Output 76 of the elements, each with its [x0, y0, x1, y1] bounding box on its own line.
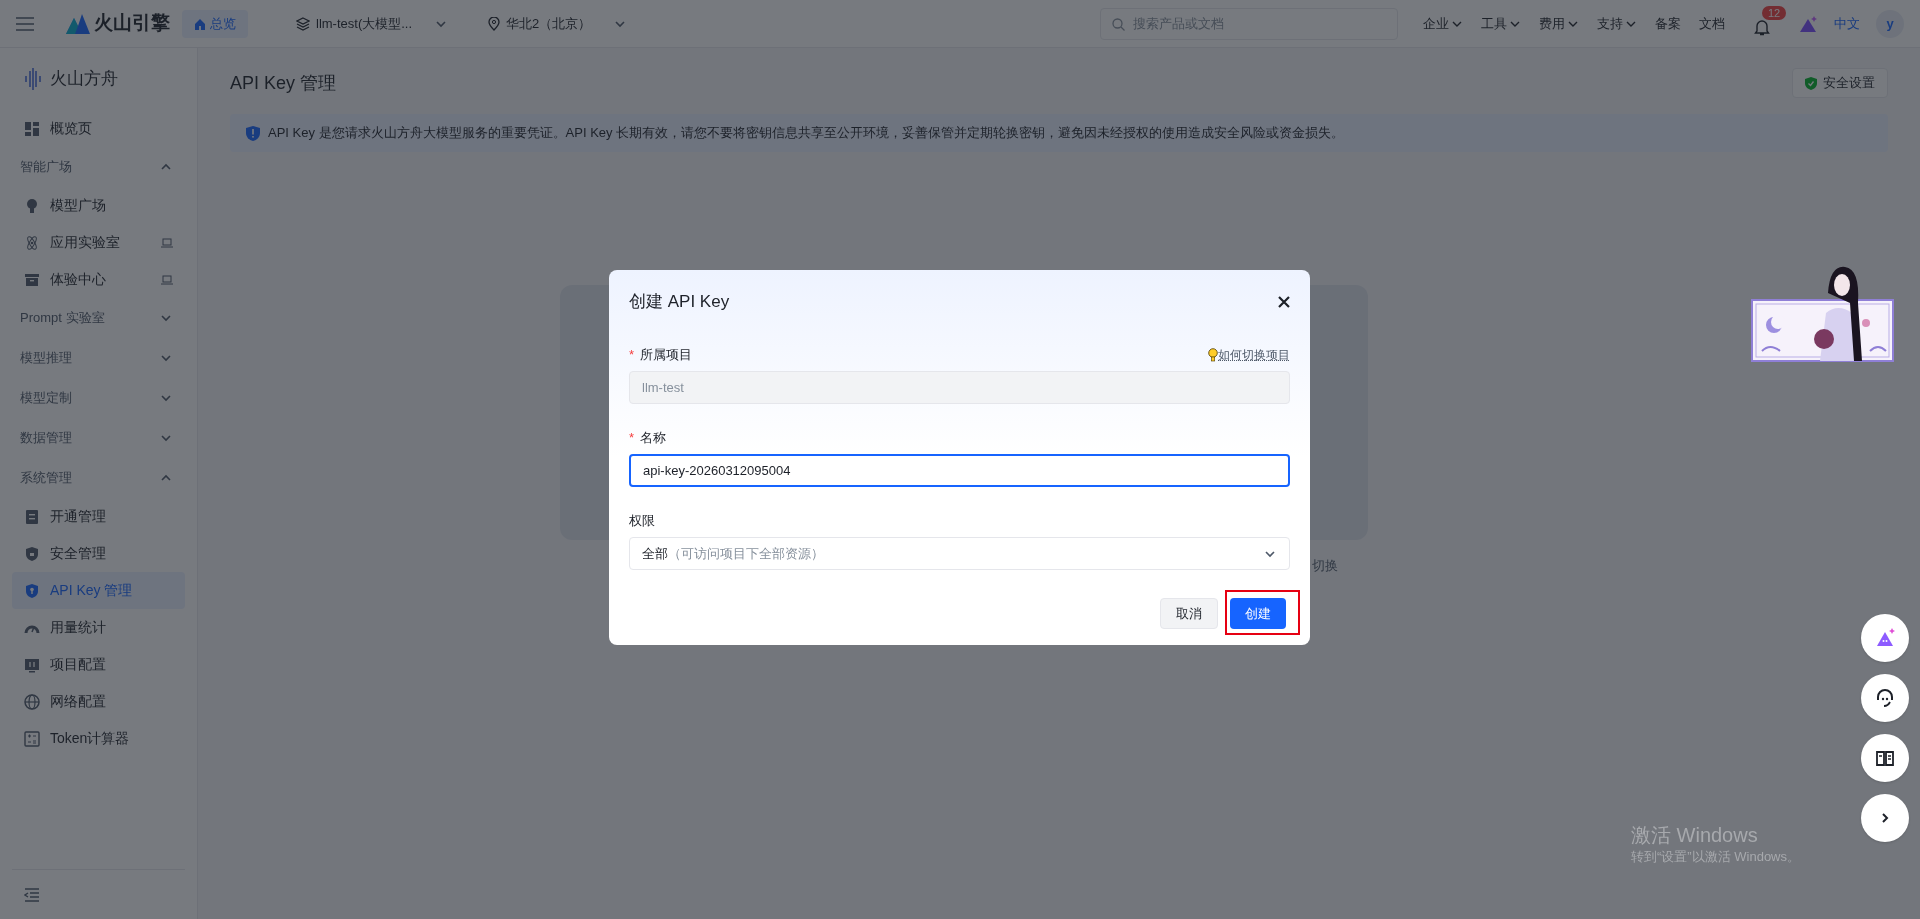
field-label: 所属项目 [640, 346, 694, 365]
menu-link[interactable]: 文档 [1699, 13, 1725, 34]
mountain-logo-icon [66, 13, 90, 34]
shield-lock-icon [24, 545, 40, 562]
product-title: 火山方舟 [50, 68, 118, 91]
sidebar-item[interactable]: 概览页 [12, 110, 185, 147]
lightbulb-icon [1208, 348, 1218, 362]
dialog-title: 创建 API Key [629, 291, 730, 314]
archive-box-icon [24, 271, 40, 288]
help-link[interactable]: 如何切换项目 [1208, 346, 1290, 364]
search-icon [1112, 17, 1125, 31]
language-link[interactable]: 中文 [1834, 13, 1860, 34]
bell-icon[interactable] [1754, 17, 1770, 36]
menu-dropdown[interactable]: 费用 [1539, 13, 1579, 34]
hint-text: 切换 [1312, 557, 1338, 575]
globe-icon [24, 693, 40, 710]
assistant-mountain-icon [1874, 627, 1896, 649]
region-selector[interactable]: 华北2（北京） [488, 13, 628, 34]
permission-select[interactable]: 全部（可访问项目下全部资源） [629, 537, 1290, 570]
assistant-mountain-icon[interactable] [1798, 14, 1818, 33]
grid-icon [24, 120, 40, 137]
menu-dropdown[interactable]: 企业 [1423, 13, 1463, 34]
monitor-sliders-icon [24, 656, 40, 673]
sidebar-group-header[interactable]: 模型定制 [12, 378, 185, 418]
sidebar-item[interactable]: 模型广场 [12, 187, 185, 224]
project-field[interactable]: llm-test [629, 371, 1290, 404]
sidebar-item[interactable]: 网络配置 [12, 683, 185, 720]
shield-key-icon [24, 582, 40, 599]
sidebar-group-header[interactable]: 智能广场 [12, 147, 185, 187]
notice-text: API Key 是您请求火山方舟大模型服务的重要凭证。API Key 长期有效，请您不要将密钥信息共享至公开环境，妥善保管并定期轮换密钥，避免因未经授权的使用造成安全风险或资金损失。 [268, 124, 1345, 143]
atom-icon [24, 234, 40, 251]
project-selector[interactable]: llm-test(大模型... [296, 13, 449, 34]
notification-badge: 12 [1762, 5, 1787, 20]
home-icon [194, 17, 206, 30]
name-input-field[interactable]: api-key-20260312095004 [629, 454, 1290, 487]
sidebar-item[interactable]: 安全管理 [12, 535, 185, 572]
layers-icon [296, 16, 310, 31]
location-pin-icon [488, 16, 501, 31]
home-button[interactable]: 总览 [182, 9, 248, 38]
create-button[interactable]: 创建 [1230, 598, 1286, 629]
sidebar-item[interactable]: API Key 管理 [12, 572, 185, 609]
close-icon[interactable] [1278, 296, 1290, 308]
sound-wave-logo-icon [24, 68, 42, 90]
sidebar-group-header[interactable]: 系统管理 [12, 458, 185, 498]
laptop-icon [161, 237, 173, 248]
sidebar-group-header[interactable]: 模型推理 [12, 338, 185, 378]
sidebar-item[interactable]: Token计算器 [12, 720, 185, 757]
required-asterisk: * [629, 429, 635, 448]
menu-link[interactable]: 备案 [1655, 13, 1681, 34]
field-label: 权限 [629, 512, 656, 531]
user-avatar[interactable]: y [1876, 9, 1904, 38]
field-label: 名称 [640, 429, 668, 448]
sidebar-item[interactable]: 应用实验室 [12, 224, 185, 261]
floating-button[interactable] [1861, 674, 1909, 722]
cancel-button[interactable]: 取消 [1160, 598, 1218, 629]
menu-dropdown[interactable]: 工具 [1481, 13, 1521, 34]
shield-info-icon [246, 125, 260, 141]
laptop-icon [161, 274, 173, 285]
lightbulb-icon [24, 197, 40, 214]
sidebar-group-header[interactable]: Prompt 实验室 [12, 298, 185, 338]
clipboard-icon [24, 508, 40, 525]
menu-dropdown[interactable]: 支持 [1597, 13, 1637, 34]
headset-icon [1874, 687, 1896, 709]
page-title: API Key 管理 [230, 71, 337, 95]
sidebar-item[interactable]: 用量统计 [12, 609, 185, 646]
sidebar-group-header[interactable]: 数据管理 [12, 418, 185, 458]
required-asterisk: * [629, 346, 635, 365]
chevron-right-icon [1881, 813, 1889, 823]
floating-button[interactable] [1861, 734, 1909, 782]
brand-name: 火山引擎 [94, 11, 170, 36]
sidebar-item[interactable]: 开通管理 [12, 498, 185, 535]
sidebar-item[interactable]: 项目配置 [12, 646, 185, 683]
shield-check-icon [1805, 76, 1817, 90]
security-settings-button[interactable]: 安全设置 [1792, 68, 1888, 98]
sidebar-item[interactable]: 体验中心 [12, 261, 185, 298]
calculator-icon [24, 730, 40, 747]
